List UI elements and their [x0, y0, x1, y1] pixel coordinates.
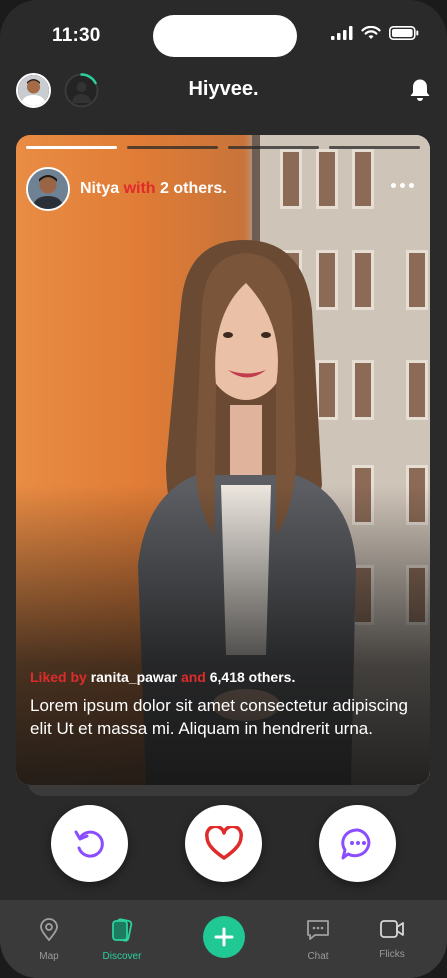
comment-icon	[340, 827, 370, 859]
liked-by-prefix: Liked by	[30, 669, 87, 685]
liked-by-count[interactable]: 6,418 others.	[210, 669, 296, 685]
more-options-icon[interactable]	[391, 183, 414, 188]
plus-icon	[214, 927, 234, 947]
map-pin-icon	[40, 918, 58, 942]
battery-icon	[389, 26, 419, 40]
story-progress-bars	[26, 146, 420, 149]
nav-item-map[interactable]: Map	[19, 918, 79, 962]
replay-icon	[74, 830, 104, 858]
progress-segment	[127, 146, 218, 149]
liked-by-user[interactable]: ranita_pawar	[91, 669, 177, 685]
app-title: Hiyvee.	[188, 78, 259, 100]
story-user-header[interactable]: Nitya with 2 others.	[26, 167, 227, 211]
nav-label-chat: Chat	[307, 951, 329, 962]
story-user-avatar[interactable]	[26, 167, 70, 211]
phone-screen: 11:30 Hiyvee. Nitya with 2 others. Liked…	[0, 0, 447, 978]
nav-label-discover: Discover	[102, 951, 142, 962]
heart-icon	[204, 825, 243, 860]
discover-icon	[112, 918, 133, 942]
comment-button[interactable]	[319, 805, 396, 882]
story-with-text: with	[123, 180, 156, 197]
nav-item-chat[interactable]: Chat	[288, 918, 348, 962]
progress-segment	[228, 146, 319, 149]
status-time: 11:30	[52, 25, 101, 46]
create-post-button[interactable]	[203, 916, 245, 958]
progress-segment	[329, 146, 420, 149]
story-user-name[interactable]: Nitya with 2 others.	[80, 180, 227, 198]
progress-segment	[26, 146, 117, 149]
story-caption: Lorem ipsum dolor sit amet consectetur a…	[30, 696, 408, 738]
liked-by-line[interactable]: Liked by ranita_pawar and 6,418 others.	[30, 669, 295, 685]
chat-icon	[307, 920, 329, 940]
card-gradient-overlay	[16, 485, 430, 785]
nav-label-map: Map	[39, 951, 59, 962]
nav-item-flicks[interactable]: Flicks	[362, 918, 422, 960]
video-icon	[380, 920, 404, 938]
replay-button[interactable]	[51, 805, 128, 882]
story-others-text[interactable]: 2 others.	[160, 180, 227, 197]
status-icons	[331, 26, 419, 40]
dynamic-island	[153, 15, 297, 57]
like-button[interactable]	[185, 805, 262, 882]
story-card[interactable]: Nitya with 2 others. Liked by ranita_paw…	[16, 135, 430, 785]
nav-item-discover[interactable]: Discover	[92, 918, 152, 962]
story-user-name-text[interactable]: Nitya	[80, 180, 119, 197]
signal-icon	[331, 26, 353, 40]
bell-icon[interactable]	[409, 78, 431, 107]
liked-by-conj: and	[180, 669, 206, 685]
wifi-icon	[361, 26, 381, 39]
nav-label-flicks: Flicks	[379, 949, 405, 960]
